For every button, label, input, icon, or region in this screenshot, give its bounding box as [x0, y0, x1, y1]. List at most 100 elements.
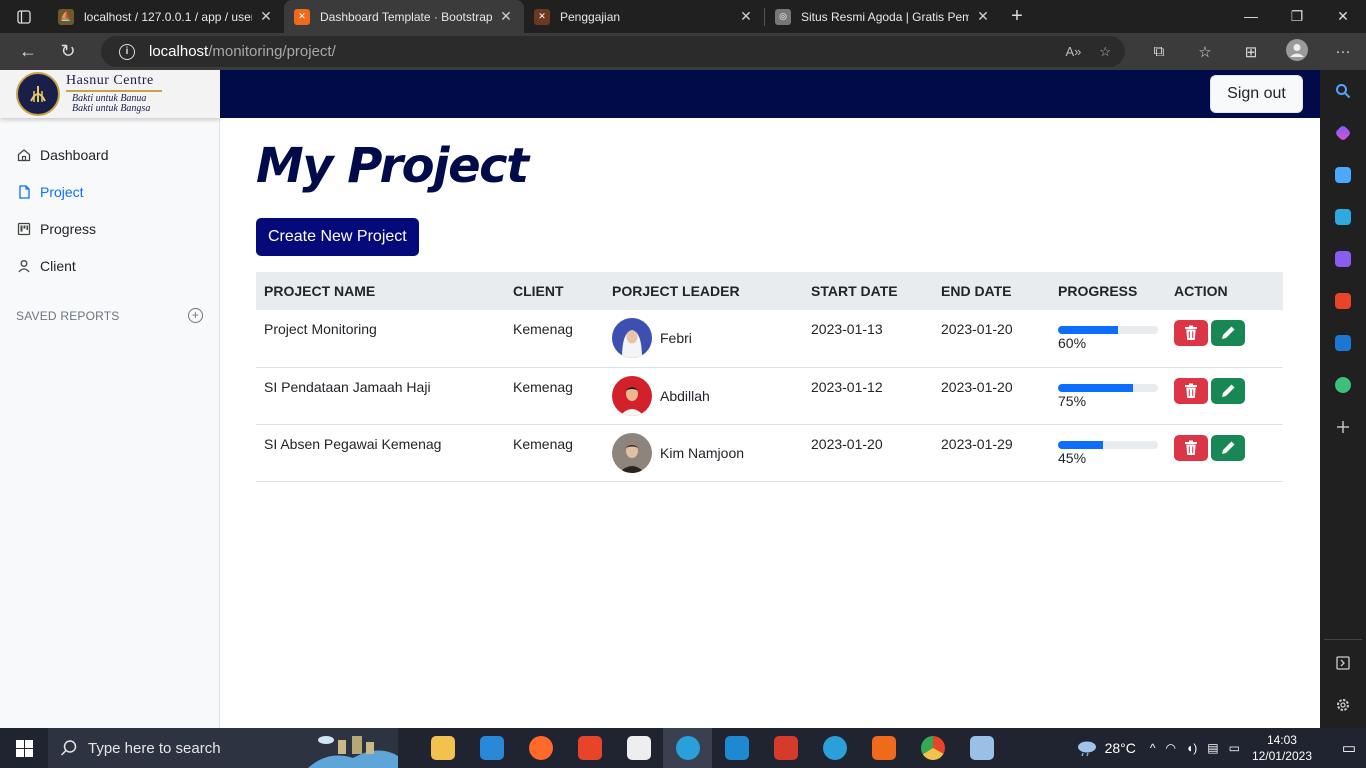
back-icon[interactable]: ← — [8, 33, 48, 70]
weather-widget[interactable]: 28°C — [1075, 739, 1136, 757]
language-icon[interactable]: ▤ — [1207, 741, 1218, 755]
address-actions: A» ☆ — [1065, 44, 1111, 60]
outlook-icon[interactable] — [1320, 322, 1366, 364]
battery-icon[interactable]: ▭ — [1229, 741, 1240, 755]
settings-icon[interactable] — [1320, 684, 1366, 726]
add-report-icon[interactable]: + — [188, 308, 203, 323]
close-tab-icon[interactable]: ✕ — [258, 8, 274, 25]
edit-button[interactable] — [1211, 434, 1245, 461]
close-tab-icon[interactable]: ✕ — [738, 8, 754, 25]
hasnur-logo-icon — [16, 72, 60, 116]
edit-button[interactable] — [1211, 377, 1245, 404]
favorites-icon[interactable]: ☆ — [1182, 43, 1228, 61]
pencil-icon — [1222, 441, 1235, 454]
clock[interactable]: 14:03 12/01/2023 — [1252, 732, 1312, 764]
close-tab-icon[interactable]: ✕ — [975, 8, 991, 25]
tools-icon[interactable] — [1320, 196, 1366, 238]
add-icon[interactable] — [1320, 406, 1366, 448]
pencil-icon — [1222, 384, 1235, 397]
sidebar-item-dashboard[interactable]: Dashboard — [0, 136, 219, 173]
tab-title: Penggajian — [560, 9, 621, 24]
create-project-button[interactable]: Create New Project — [256, 218, 419, 256]
system-tray: 28°C ^ ◠ ◖) ▤ ▭ 14:03 12/01/2023 ▭ — [1075, 728, 1366, 768]
chevron-up-icon[interactable]: ^ — [1150, 741, 1156, 755]
delete-button[interactable] — [1174, 434, 1208, 461]
tab-agoda[interactable]: ◎ Situs Resmi Agoda | Gratis Pemb ✕ — [765, 0, 1001, 33]
leader-cell: Kim Namjoon — [604, 424, 803, 482]
table-row: SI Pendataan Jamaah Haji Kemenag Abdilla… — [256, 367, 1283, 425]
favorite-add-icon[interactable]: ☆ — [1099, 44, 1111, 60]
telegram-icon[interactable] — [810, 728, 859, 768]
vegas-icon[interactable] — [761, 728, 810, 768]
sidebar-item-project[interactable]: Project — [0, 173, 219, 210]
address-bar[interactable]: i localhost/monitoring/project/ A» ☆ — [101, 36, 1125, 67]
client-name: Kemenag — [505, 424, 604, 482]
browser-tab-strip: ⛵ localhost / 127.0.0.1 / app / user ✕ ✕… — [0, 0, 1366, 33]
action-cell — [1166, 310, 1283, 368]
close-tab-icon[interactable]: ✕ — [498, 8, 514, 25]
file-explorer-icon[interactable] — [418, 728, 467, 768]
vscode-icon[interactable] — [712, 728, 761, 768]
agoda-icon: ◎ — [775, 8, 791, 25]
delete-button[interactable] — [1174, 320, 1208, 346]
tab-phpmyadmin[interactable]: ⛵ localhost / 127.0.0.1 / app / user ✕ — [48, 0, 284, 33]
sign-out-button[interactable]: Sign out — [1210, 75, 1303, 113]
read-aloud-icon[interactable]: A» — [1065, 44, 1081, 60]
top-navbar: Sign out — [220, 70, 1320, 118]
xampp-taskbar-icon[interactable] — [859, 728, 908, 768]
profile-icon[interactable] — [1274, 38, 1320, 65]
sidebar-item-progress[interactable]: Progress — [0, 210, 219, 247]
site-info-icon[interactable]: i — [119, 43, 135, 60]
brand-rule — [66, 90, 162, 92]
sidebar-item-client[interactable]: Client — [0, 247, 219, 284]
tree-icon[interactable] — [1320, 364, 1366, 406]
refresh-icon[interactable]: ↻ — [48, 33, 88, 70]
office-icon[interactable] — [1320, 280, 1366, 322]
tray-icons: ^ ◠ ◖) ▤ ▭ — [1150, 741, 1240, 755]
sidebar-item-label: Project — [40, 183, 84, 200]
more-icon[interactable]: ··· — [1320, 43, 1366, 60]
edge-icon[interactable] — [663, 728, 712, 768]
new-tab-button[interactable]: + — [1001, 5, 1033, 28]
table-header-row: PROJECT NAME CLIENT PORJECT LEADER START… — [256, 272, 1283, 310]
tab-dashboard-template[interactable]: ✕ Dashboard Template · Bootstrap ✕ — [284, 0, 524, 33]
start-date: 2023-01-13 — [803, 310, 933, 368]
edit-button[interactable] — [1211, 320, 1245, 346]
leader-cell: Febri — [604, 310, 803, 368]
restore-icon[interactable]: ❐ — [1274, 8, 1320, 25]
taskbar-search[interactable]: Type here to search — [48, 728, 398, 768]
copilot-icon[interactable] — [1320, 112, 1366, 154]
chrome-icon[interactable] — [908, 728, 957, 768]
project-name: Project Monitoring — [256, 310, 505, 368]
trash-icon — [1185, 325, 1197, 340]
browser-toolbar: ← ↻ i localhost/monitoring/project/ A» ☆… — [0, 33, 1366, 70]
collections-icon[interactable]: ⊞ — [1228, 43, 1274, 61]
volume-icon[interactable]: ◖) — [1186, 741, 1197, 755]
tab-penggajian[interactable]: ✕ Penggajian ✕ — [524, 0, 764, 33]
saved-reports-label: SAVED REPORTS — [16, 308, 120, 323]
close-window-icon[interactable]: ✕ — [1320, 8, 1366, 25]
avatar — [1286, 38, 1308, 61]
hide-sidebar-icon[interactable] — [1320, 642, 1366, 684]
brand-logo[interactable]: Hasnur Centre Bakti untuk Banua Bakti un… — [0, 70, 220, 118]
delete-button[interactable] — [1174, 377, 1208, 404]
paint-icon[interactable] — [957, 728, 1006, 768]
search-highlight-icon — [308, 736, 398, 768]
progress-cell: 60% — [1050, 310, 1166, 368]
shopping-tag-icon[interactable] — [1320, 154, 1366, 196]
notification-icon[interactable]: ▭ — [1332, 739, 1366, 757]
start-button[interactable] — [0, 728, 48, 768]
extensions-icon[interactable]: ⧉ — [1136, 43, 1182, 60]
network-icon[interactable]: ◠ — [1166, 741, 1176, 755]
games-icon[interactable] — [1320, 238, 1366, 280]
brand-name: Hasnur Centre — [66, 73, 154, 88]
office-app-icon[interactable] — [565, 728, 614, 768]
workspaces-button[interactable] — [0, 0, 48, 33]
tab-title: localhost / 127.0.0.1 / app / user — [84, 9, 252, 24]
firefox-icon[interactable] — [516, 728, 565, 768]
amazon-icon[interactable] — [614, 728, 663, 768]
minimize-icon[interactable]: — — [1228, 8, 1274, 25]
project-name: SI Pendataan Jamaah Haji — [256, 367, 505, 425]
mail-icon[interactable] — [467, 728, 516, 768]
search-icon[interactable] — [1320, 70, 1366, 112]
